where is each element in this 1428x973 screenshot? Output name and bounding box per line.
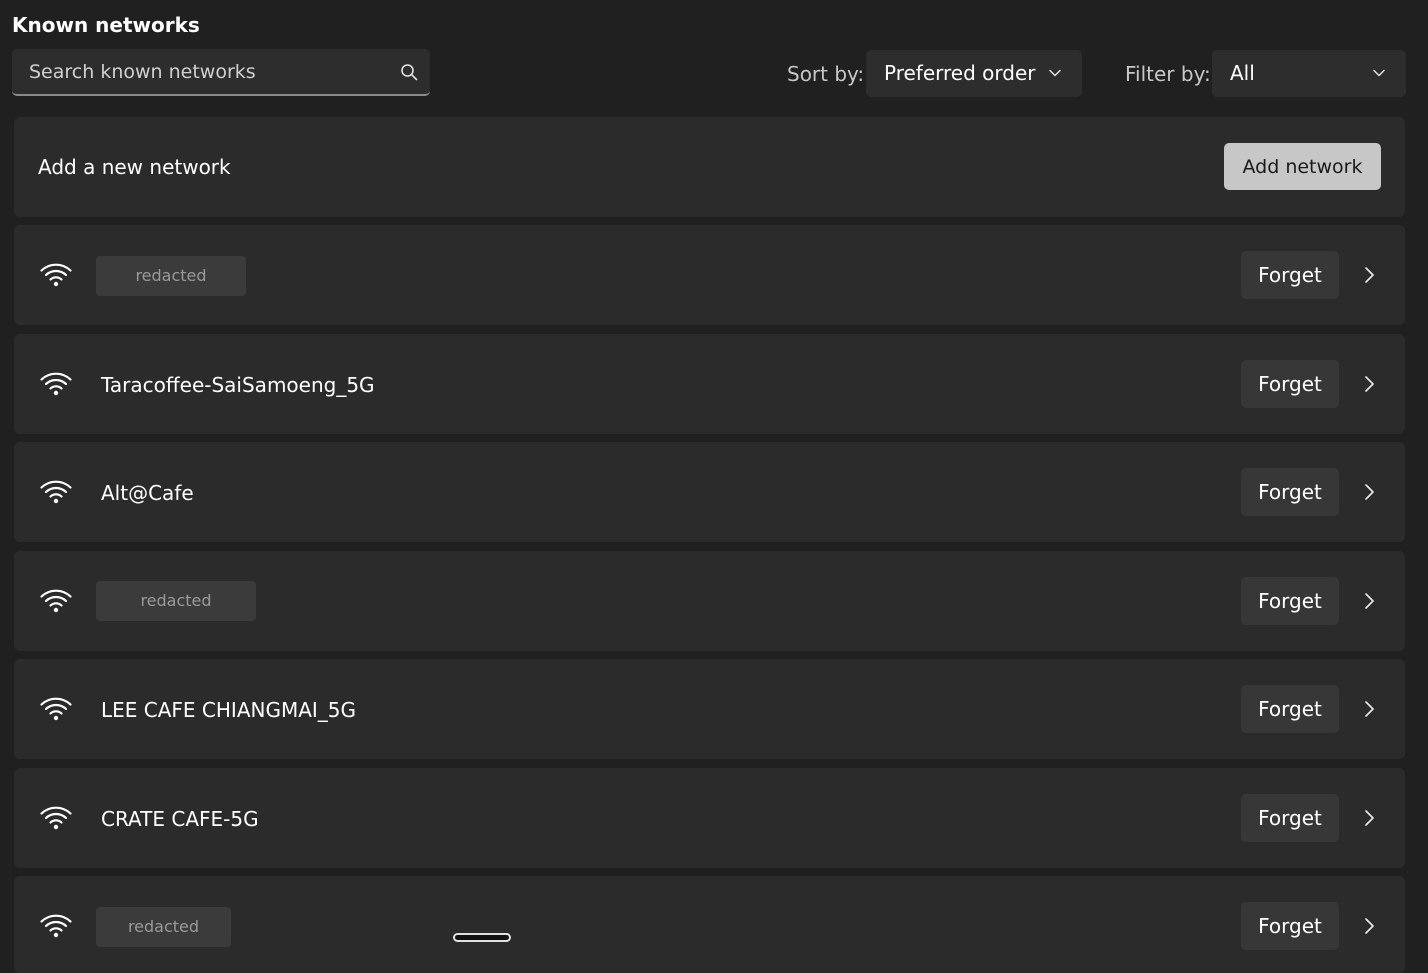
chevron-right-icon[interactable] — [1363, 592, 1377, 610]
search-icon[interactable] — [400, 63, 418, 81]
network-name: CRATE CAFE-5G — [101, 807, 259, 831]
wifi-icon — [40, 589, 72, 613]
forget-button[interactable]: Forget — [1241, 468, 1339, 516]
filter-label: Filter by: — [1125, 62, 1211, 86]
chevron-right-icon[interactable] — [1363, 375, 1377, 393]
sort-selected-value: Preferred order — [884, 61, 1036, 85]
wifi-icon — [40, 697, 72, 721]
add-network-button[interactable]: Add network — [1224, 143, 1381, 190]
network-name: Alt@Cafe — [101, 481, 194, 505]
forget-button[interactable]: Forget — [1241, 360, 1339, 408]
forget-button[interactable]: Forget — [1241, 794, 1339, 842]
filter-selected-value: All — [1230, 61, 1255, 85]
wifi-icon — [40, 480, 72, 504]
scroll-handle[interactable] — [453, 933, 511, 942]
known-networks-page: Known networks Sort by: Preferred order … — [0, 0, 1428, 973]
search-box[interactable] — [12, 49, 430, 96]
forget-button[interactable]: Forget — [1241, 251, 1339, 299]
chevron-right-icon[interactable] — [1363, 700, 1377, 718]
network-row[interactable]: Alt@Cafe Forget — [14, 442, 1405, 542]
chevron-right-icon[interactable] — [1363, 266, 1377, 284]
chevron-right-icon[interactable] — [1363, 483, 1377, 501]
sort-dropdown[interactable]: Preferred order — [866, 50, 1082, 97]
wifi-icon — [40, 372, 72, 396]
wifi-icon — [40, 914, 72, 938]
wifi-icon — [40, 263, 72, 287]
network-row[interactable]: LEE CAFE CHIANGMAI_5G Forget — [14, 659, 1405, 759]
network-name-redacted: redacted — [96, 256, 246, 296]
network-name: LEE CAFE CHIANGMAI_5G — [101, 698, 357, 722]
chevron-right-icon[interactable] — [1363, 917, 1377, 935]
network-row[interactable]: Taracoffee-SaiSamoeng_5G Forget — [14, 334, 1405, 434]
network-name: Taracoffee-SaiSamoeng_5G — [101, 373, 375, 397]
wifi-icon — [40, 806, 72, 830]
network-name-redacted: redacted — [96, 581, 256, 621]
network-row[interactable]: redacted Forget — [14, 876, 1405, 973]
forget-button[interactable]: Forget — [1241, 685, 1339, 733]
add-network-text: Add a new network — [38, 155, 231, 179]
forget-button[interactable]: Forget — [1241, 577, 1339, 625]
add-network-card: Add a new network Add network — [14, 117, 1405, 217]
network-row[interactable]: redacted Forget — [14, 225, 1405, 325]
chevron-right-icon[interactable] — [1363, 809, 1377, 827]
network-name-redacted: redacted — [96, 907, 231, 947]
forget-button[interactable]: Forget — [1241, 902, 1339, 950]
chevron-down-icon — [1049, 69, 1061, 77]
page-title: Known networks — [12, 13, 200, 37]
sort-label: Sort by: — [787, 62, 865, 86]
network-row[interactable]: CRATE CAFE-5G Forget — [14, 768, 1405, 868]
filter-dropdown[interactable]: All — [1212, 50, 1406, 97]
network-row[interactable]: redacted Forget — [14, 551, 1405, 651]
search-input[interactable] — [12, 49, 399, 94]
chevron-down-icon — [1373, 69, 1385, 77]
